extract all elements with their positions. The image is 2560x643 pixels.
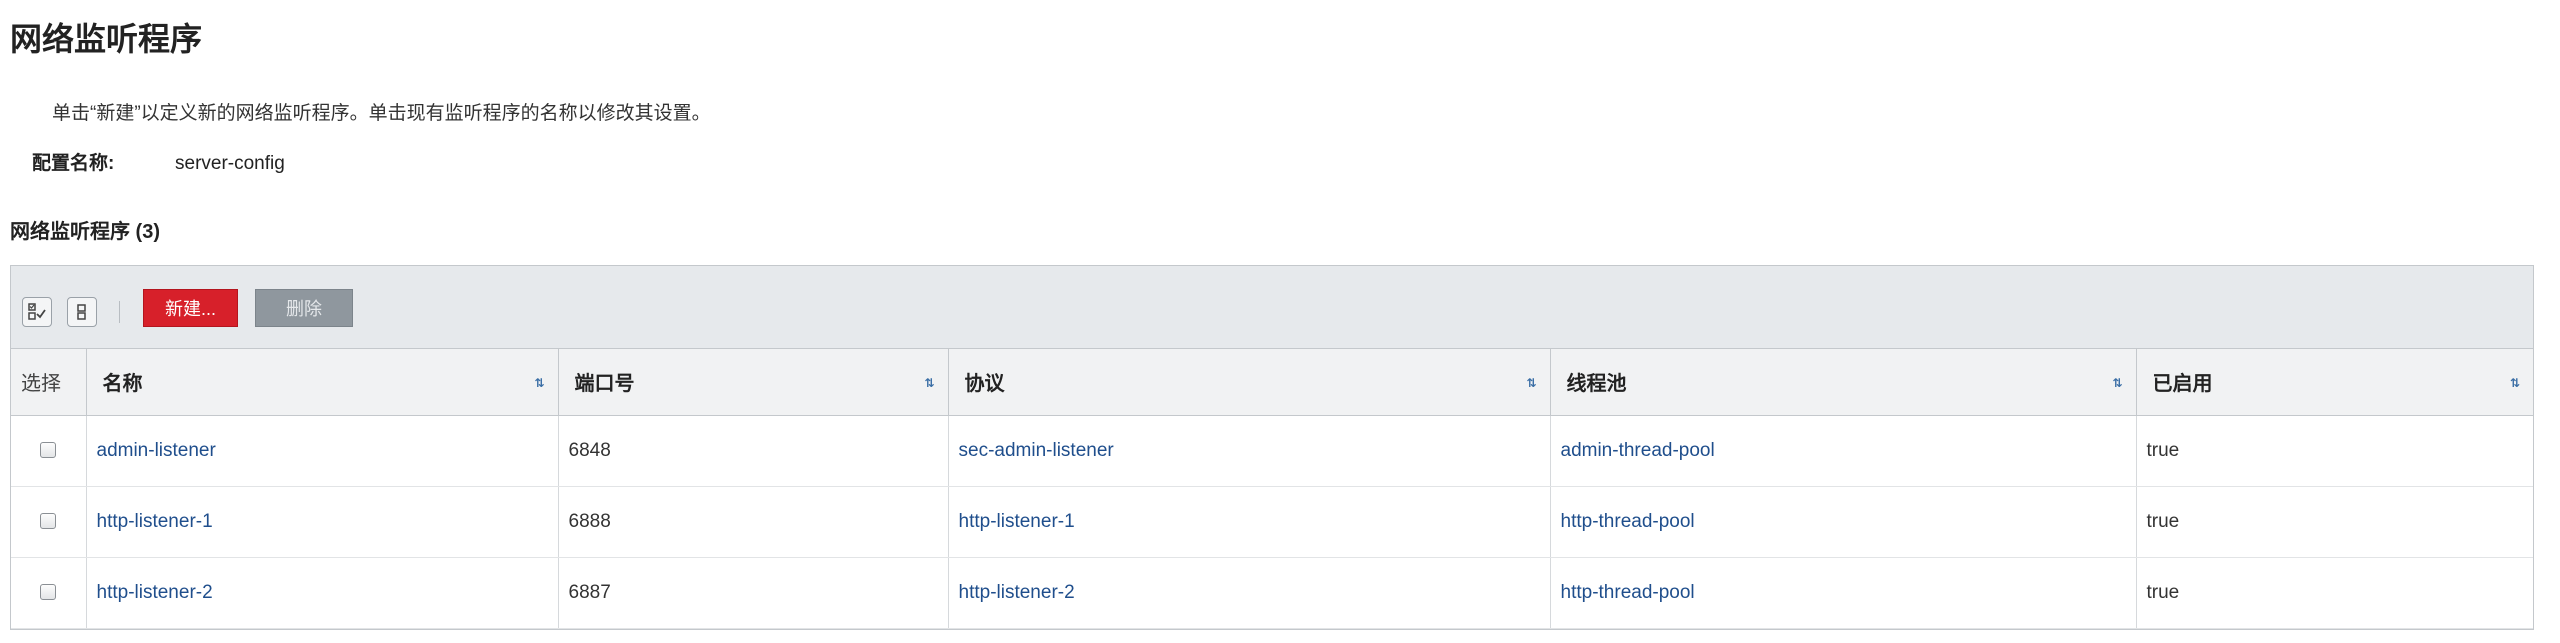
enabled-cell: true bbox=[2136, 415, 2533, 487]
sort-icon[interactable]: ⇅ bbox=[532, 375, 548, 391]
section-title: 网络监听程序 (3) bbox=[10, 221, 160, 243]
column-label: 端口号 bbox=[574, 373, 635, 395]
port-cell: 6848 bbox=[558, 415, 949, 487]
new-button[interactable]: 新建... bbox=[143, 289, 238, 327]
thread-pool-cell: http-thread-pool bbox=[1550, 557, 2137, 629]
listeners-table-panel: 新建... 删除 选择 名称 ⇅ 端口号 ⇅ 协议 ⇅ 线程池 ⇅ 已启用 ⇅ … bbox=[10, 265, 2534, 630]
select-cell bbox=[11, 415, 87, 487]
thread-pool-link[interactable]: http-thread-pool bbox=[1561, 582, 1695, 603]
select-cell bbox=[11, 557, 87, 629]
listeners-table: 选择 名称 ⇅ 端口号 ⇅ 协议 ⇅ 线程池 ⇅ 已启用 ⇅ admin-lis… bbox=[11, 349, 2533, 629]
table-row: http-listener-1 6888 http-listener-1 htt… bbox=[11, 486, 2533, 558]
column-label: 名称 bbox=[102, 373, 143, 395]
port-cell: 6888 bbox=[558, 486, 949, 558]
sort-icon[interactable]: ⇅ bbox=[1524, 375, 1540, 391]
protocol-link[interactable]: sec-admin-listener bbox=[959, 440, 1114, 461]
name-cell: admin-listener bbox=[86, 415, 559, 487]
protocol-cell: http-listener-2 bbox=[948, 557, 1551, 629]
config-row: 配置名称: server-config bbox=[32, 148, 285, 175]
table-row: admin-listener 6848 sec-admin-listener a… bbox=[11, 415, 2533, 487]
toolbar-separator bbox=[119, 301, 120, 323]
help-text: 单击“新建”以定义新的网络监听程序。单击现有监听程序的名称以修改其设置。 bbox=[52, 103, 711, 124]
thread-pool-link[interactable]: http-thread-pool bbox=[1561, 511, 1695, 532]
listener-name-link[interactable]: admin-listener bbox=[97, 440, 216, 461]
table-toolbar: 新建... 删除 bbox=[11, 266, 2533, 349]
config-name-value: server-config bbox=[175, 153, 285, 174]
column-label: 协议 bbox=[964, 373, 1005, 395]
sort-icon[interactable]: ⇅ bbox=[922, 375, 938, 391]
protocol-cell: sec-admin-listener bbox=[948, 415, 1551, 487]
enabled-cell: true bbox=[2136, 557, 2533, 629]
protocol-cell: http-listener-1 bbox=[948, 486, 1551, 558]
protocol-link[interactable]: http-listener-2 bbox=[959, 582, 1075, 603]
name-cell: http-listener-2 bbox=[86, 557, 559, 629]
name-cell: http-listener-1 bbox=[86, 486, 559, 558]
page-title: 网络监听程序 bbox=[10, 21, 203, 57]
delete-button[interactable]: 删除 bbox=[255, 289, 353, 327]
select-all-icon[interactable] bbox=[22, 297, 52, 327]
row-checkbox[interactable] bbox=[40, 513, 57, 530]
row-checkbox[interactable] bbox=[40, 584, 57, 601]
table-row: http-listener-2 6887 http-listener-2 htt… bbox=[11, 557, 2533, 629]
select-cell bbox=[11, 486, 87, 558]
listener-name-link[interactable]: http-listener-1 bbox=[97, 511, 213, 532]
column-header-port[interactable]: 端口号 ⇅ bbox=[558, 349, 949, 416]
config-name-label: 配置名称: bbox=[32, 153, 115, 174]
row-checkbox[interactable] bbox=[40, 442, 57, 459]
column-header-thread-pool[interactable]: 线程池 ⇅ bbox=[1550, 349, 2137, 416]
thread-pool-link[interactable]: admin-thread-pool bbox=[1561, 440, 1715, 461]
sort-icon[interactable]: ⇅ bbox=[2110, 375, 2126, 391]
column-label: 选择 bbox=[21, 373, 61, 395]
enabled-cell: true bbox=[2136, 486, 2533, 558]
column-header-enabled[interactable]: 已启用 ⇅ bbox=[2136, 349, 2533, 416]
protocol-link[interactable]: http-listener-1 bbox=[959, 511, 1075, 532]
deselect-all-icon[interactable] bbox=[67, 297, 97, 327]
table-header-row: 选择 名称 ⇅ 端口号 ⇅ 协议 ⇅ 线程池 ⇅ 已启用 ⇅ bbox=[11, 349, 2533, 416]
thread-pool-cell: http-thread-pool bbox=[1550, 486, 2137, 558]
sort-icon[interactable]: ⇅ bbox=[2507, 375, 2523, 391]
port-cell: 6887 bbox=[558, 557, 949, 629]
column-label: 已启用 bbox=[2152, 373, 2213, 395]
column-label: 线程池 bbox=[1566, 373, 1627, 395]
listener-name-link[interactable]: http-listener-2 bbox=[97, 582, 213, 603]
column-header-select: 选择 bbox=[11, 349, 87, 416]
thread-pool-cell: admin-thread-pool bbox=[1550, 415, 2137, 487]
column-header-name[interactable]: 名称 ⇅ bbox=[86, 349, 559, 416]
column-header-protocol[interactable]: 协议 ⇅ bbox=[948, 349, 1551, 416]
